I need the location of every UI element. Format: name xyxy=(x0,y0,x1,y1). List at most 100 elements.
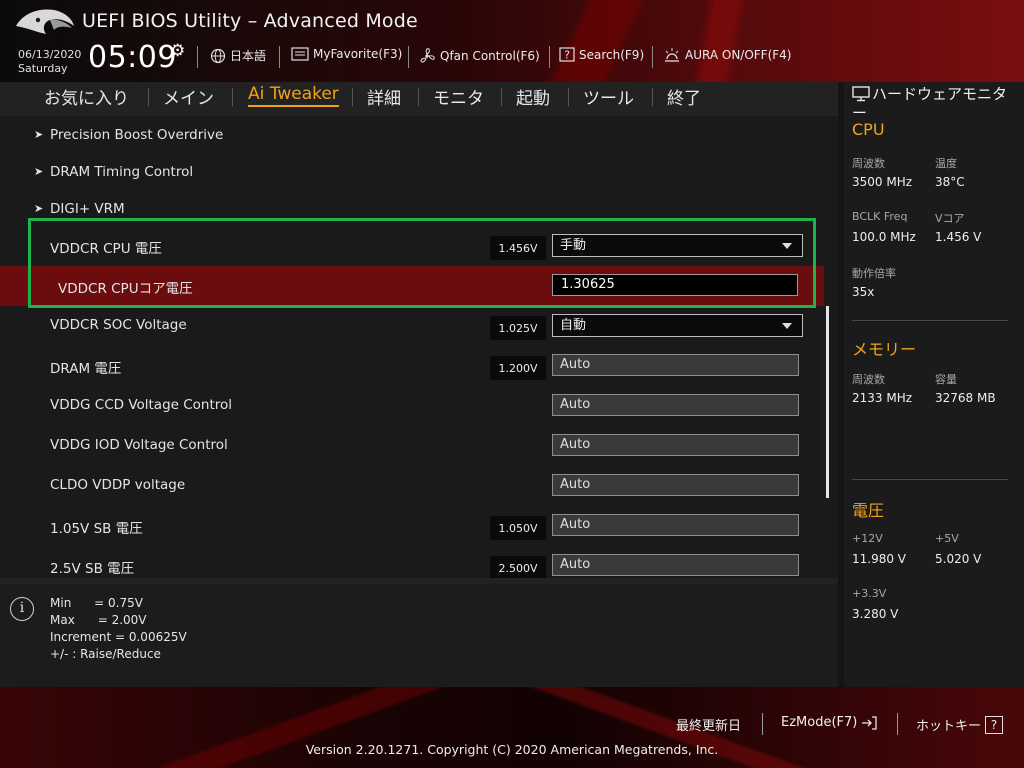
setting-vddg-iod-voltage: VDDG IOD Voltage Control Auto xyxy=(0,426,824,466)
search-help-icon: ? xyxy=(559,47,575,62)
footer-divider xyxy=(762,713,763,735)
clock-settings-gear-icon[interactable]: ⚙ xyxy=(170,41,185,61)
globe-icon xyxy=(210,48,226,63)
tab-boot[interactable]: 起動 xyxy=(516,84,550,109)
tab-advanced[interactable]: 詳細 xyxy=(367,84,401,109)
setting-vddcr-cpu-core-voltage: VDDCR CPUコア電圧 1.30625 xyxy=(0,266,824,306)
tab-monitor[interactable]: モニタ xyxy=(433,84,484,109)
rog-logo-icon xyxy=(16,9,74,34)
setting-25v-sb-voltage: 2.5V SB 電圧 2.500V Auto xyxy=(0,546,824,578)
submenu-dram-timing-control[interactable]: ➤ DRAM Timing Control xyxy=(0,153,824,193)
language-button[interactable]: 日本語 xyxy=(210,47,266,64)
hotkeys-label: ホットキー xyxy=(916,719,982,734)
footer-bar: 最終更新日 EzMode(F7) ホットキー ? Version 2.20.12… xyxy=(0,687,1024,768)
tab-ai-tweaker[interactable]: Ai Tweaker xyxy=(248,84,339,107)
submenu-precision-boost-overdrive[interactable]: ➤ Precision Boost Overdrive xyxy=(0,116,824,156)
setting-label: DIGI+ VRM xyxy=(50,201,125,217)
copyright-text: Version 2.20.1271. Copyright (C) 2020 Am… xyxy=(305,742,719,757)
v5-label: +5V xyxy=(935,532,959,545)
current-voltage-badge: 1.025V xyxy=(490,316,546,340)
aura-light-icon xyxy=(665,48,679,62)
cpu-temp-label: 温度 xyxy=(935,157,957,170)
tab-main[interactable]: メイン xyxy=(163,84,214,109)
header-divider xyxy=(549,46,550,68)
myfavorite-label: MyFavorite(F3) xyxy=(313,47,403,61)
language-label: 日本語 xyxy=(230,49,267,63)
tab-divider xyxy=(568,88,569,106)
105v-sb-voltage-input[interactable]: Auto xyxy=(552,514,799,536)
header-divider xyxy=(279,46,280,68)
monitor-screen-icon xyxy=(852,86,870,102)
aura-label: AURA ON/OFF(F4) xyxy=(685,48,792,62)
dram-voltage-input[interactable]: Auto xyxy=(552,354,799,376)
tab-divider xyxy=(501,88,502,106)
v33-value: 3.280 V xyxy=(852,607,899,621)
ratio-value: 35x xyxy=(852,285,875,299)
current-voltage-badge: 1.050V xyxy=(490,516,546,540)
hardware-monitor-title-text: ハードウェアモニター xyxy=(852,85,1008,122)
vddcr-cpu-core-voltage-input[interactable]: 1.30625 xyxy=(552,274,798,296)
header-divider xyxy=(408,46,409,68)
header-divider xyxy=(197,46,198,68)
tab-tool[interactable]: ツール xyxy=(583,84,634,109)
clock-time: 05:09 xyxy=(88,40,177,75)
v12-value: 11.980 V xyxy=(852,552,907,566)
setting-label: CLDO VDDP voltage xyxy=(50,477,186,493)
vddg-iod-voltage-input[interactable]: Auto xyxy=(552,434,799,456)
day-text: Saturday xyxy=(18,62,68,75)
setting-label: 1.05V SB 電圧 xyxy=(50,521,143,537)
ezmode-exit-icon xyxy=(862,715,878,730)
setting-label: VDDG IOD Voltage Control xyxy=(50,437,228,453)
vddcr-cpu-mode-dropdown[interactable]: 手動 xyxy=(552,234,803,257)
hotkeys-button[interactable]: ホットキー ? xyxy=(916,715,1004,734)
ratio-label: 動作倍率 xyxy=(852,267,896,280)
last-modified-button[interactable]: 最終更新日 xyxy=(676,715,741,734)
cpu-freq-label: 周波数 xyxy=(852,157,885,170)
vddcr-soc-mode-dropdown[interactable]: 自動 xyxy=(552,314,803,337)
help-line: Increment = 0.00625V xyxy=(50,630,187,644)
hotkeys-help-icon: ? xyxy=(985,715,1004,734)
aura-toggle-button[interactable]: AURA ON/OFF(F4) xyxy=(663,47,791,63)
favorite-list-icon xyxy=(291,47,309,61)
qfan-label: Qfan Control(F6) xyxy=(440,49,540,63)
tab-exit[interactable]: 終了 xyxy=(667,84,701,109)
setting-label: VDDG CCD Voltage Control xyxy=(50,397,233,413)
voltage-section-title: 電圧 xyxy=(852,501,885,520)
monitor-divider xyxy=(852,320,1008,321)
setting-label: VDDCR CPU 電圧 xyxy=(50,241,162,257)
footer-divider xyxy=(897,713,898,735)
v12-label: +12V xyxy=(852,532,883,545)
qfan-control-button[interactable]: Qfan Control(F6) xyxy=(418,47,540,65)
app-title: UEFI BIOS Utility – Advanced Mode xyxy=(82,10,418,32)
settings-scrollbar[interactable] xyxy=(826,306,829,498)
settings-list: ➤ Precision Boost Overdrive ➤ DRAM Timin… xyxy=(0,116,838,578)
setting-label: DRAM Timing Control xyxy=(50,164,194,180)
dropdown-caret-icon xyxy=(782,323,792,329)
cpu-freq-value: 3500 MHz xyxy=(852,175,913,189)
search-button[interactable]: ? Search(F9) xyxy=(559,47,644,62)
v5-value: 5.020 V xyxy=(935,552,982,566)
tab-divider xyxy=(652,88,653,106)
setting-105v-sb-voltage: 1.05V SB 電圧 1.050V Auto xyxy=(0,506,824,546)
ezmode-label: EzMode(F7) xyxy=(781,715,858,730)
tab-divider xyxy=(232,88,233,106)
cldo-vddp-voltage-input[interactable]: Auto xyxy=(552,474,799,496)
ezmode-button[interactable]: EzMode(F7) xyxy=(781,715,878,730)
tab-favorites[interactable]: お気に入り xyxy=(44,84,129,109)
setting-dram-voltage: DRAM 電圧 1.200V Auto xyxy=(0,346,824,386)
help-line: Min = 0.75V xyxy=(50,596,143,610)
vddg-ccd-voltage-input[interactable]: Auto xyxy=(552,394,799,416)
dropdown-caret-icon xyxy=(782,243,792,249)
25v-sb-voltage-input[interactable]: Auto xyxy=(552,554,799,576)
submenu-arrow-icon: ➤ xyxy=(34,165,44,178)
submenu-digi-vrm[interactable]: ➤ DIGI+ VRM xyxy=(0,190,824,230)
setting-cldo-vddp-voltage: CLDO VDDP voltage Auto xyxy=(0,466,824,506)
setting-vddcr-cpu-voltage: VDDCR CPU 電圧 1.456V 手動 xyxy=(0,226,824,266)
current-voltage-badge: 1.456V xyxy=(490,236,546,260)
svg-text:?: ? xyxy=(564,49,570,62)
myfavorite-button[interactable]: MyFavorite(F3) xyxy=(291,47,402,61)
tab-divider xyxy=(148,88,149,106)
current-voltage-badge: 1.200V xyxy=(490,356,546,380)
main-panel: お気に入り メイン Ai Tweaker 詳細 モニタ 起動 ツール 終了 ➤ … xyxy=(0,82,838,687)
menu-tabs: お気に入り メイン Ai Tweaker 詳細 モニタ 起動 ツール 終了 xyxy=(0,82,838,112)
